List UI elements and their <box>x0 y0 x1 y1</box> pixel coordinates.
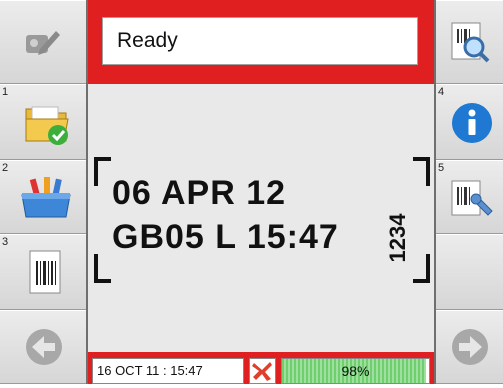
job-select-button[interactable]: 1 <box>0 84 86 160</box>
x-alert-icon <box>252 362 272 381</box>
print-line-2: GB05 L 15:47 <box>112 218 339 256</box>
back-arrow-icon <box>26 329 62 365</box>
print-preview[interactable]: 06 APR 12 GB05 L 15:47 1234 <box>88 84 434 352</box>
vertical-code: 1234 <box>385 213 410 263</box>
tools-button[interactable]: 2 <box>0 160 86 234</box>
preview-bracket <box>94 254 111 283</box>
barcode-button[interactable]: 3 <box>0 234 86 310</box>
folder-check-icon <box>25 106 69 145</box>
main-panel: Ready 06 APR 12 GB05 L 15:47 1234 16 OCT… <box>88 0 434 384</box>
preview-bracket <box>94 157 111 186</box>
button-number: 4 <box>438 86 445 98</box>
alert-indicator[interactable] <box>249 358 276 384</box>
right-button-column: 4 5 <box>434 0 503 384</box>
datetime-display: 16 OCT 11 : 15:47 <box>92 358 244 384</box>
toolbox-icon <box>21 177 71 218</box>
info-icon <box>452 103 492 143</box>
forward-arrow-icon <box>452 329 488 365</box>
button-number: 3 <box>2 236 9 248</box>
info-button[interactable]: 4 <box>436 84 503 160</box>
button-number: 1 <box>2 86 9 98</box>
setup-button[interactable]: 5 <box>436 160 503 234</box>
button-number: 5 <box>438 162 445 174</box>
button-number: 2 <box>2 162 9 174</box>
barcode-wrench-icon <box>451 180 493 216</box>
left-button-column: 1 2 3 <box>0 0 88 384</box>
printer-screen: 1 2 3 Ready 06 APR 12 GB05 L 15:47 1234 … <box>0 0 503 384</box>
forward-button[interactable] <box>436 310 503 384</box>
preview-magnifier-icon <box>451 22 490 63</box>
back-button[interactable] <box>0 310 86 384</box>
print-line-1: 06 APR 12 <box>112 174 287 212</box>
preview-bracket <box>413 254 430 283</box>
preview-bracket <box>413 157 430 186</box>
barcode-document-icon <box>29 250 61 294</box>
ink-level-meter: 98% <box>281 358 430 384</box>
edit-button[interactable] <box>0 0 86 84</box>
edit-disabled-icon <box>26 31 60 55</box>
footer-bar: 16 OCT 11 : 15:47 98% <box>88 352 434 384</box>
preview-button[interactable] <box>436 0 503 84</box>
status-field: Ready <box>102 17 418 65</box>
ink-level-label: 98% <box>341 363 370 379</box>
status-bar: Ready <box>88 0 434 84</box>
empty-button[interactable] <box>436 234 503 310</box>
